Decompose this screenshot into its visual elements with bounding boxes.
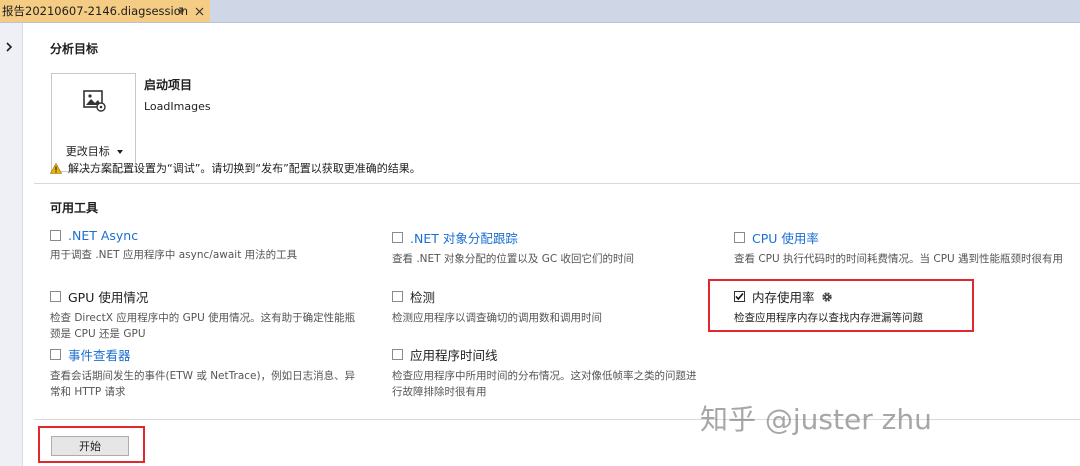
tool-name[interactable]: .NET Async bbox=[68, 228, 138, 243]
config-warning-text: 解决方案配置设置为“调试”。请切换到“发布”配置以获取更准确的结果。 bbox=[68, 162, 421, 175]
memory-usage-highlight bbox=[708, 279, 974, 332]
tool-description: 查看 CPU 执行代码时的时间耗费情况。当 CPU 遇到性能瓶颈时很有用 bbox=[734, 253, 1064, 265]
tool-dotnet-object-allocation: .NET 对象分配跟踪 查看 .NET 对象分配的位置以及 GC 收回它们的时间 bbox=[392, 228, 702, 267]
pin-icon[interactable] bbox=[173, 3, 189, 19]
tool-checkbox[interactable] bbox=[392, 291, 403, 302]
tool-description: 查看会话期间发生的事件(ETW 或 NetTrace)，例如日志消息、异常和 H… bbox=[50, 370, 356, 398]
document-tab[interactable]: 报告20210607-2146.diagsession bbox=[0, 0, 210, 22]
tool-name[interactable]: 应用程序时间线 bbox=[410, 345, 498, 364]
analysis-target-heading: 分析目标 bbox=[50, 42, 99, 56]
tool-event-viewer: 事件查看器 查看会话期间发生的事件(ETW 或 NetTrace)，例如日志消息… bbox=[50, 345, 360, 400]
config-warning: 解决方案配置设置为“调试”。请切换到“发布”配置以获取更准确的结果。 bbox=[50, 160, 421, 176]
tool-description: 查看 .NET 对象分配的位置以及 GC 收回它们的时间 bbox=[392, 253, 635, 265]
tool-checkbox[interactable] bbox=[734, 232, 745, 243]
change-target-label: 更改目标 bbox=[52, 143, 137, 159]
tool-checkbox[interactable] bbox=[392, 349, 403, 360]
chevron-down-icon bbox=[117, 150, 124, 154]
startup-project-title: 启动项目 bbox=[144, 78, 193, 92]
tool-gpu-usage: GPU 使用情况 检查 DirectX 应用程序中的 GPU 使用情况。这有助于… bbox=[50, 287, 360, 342]
section-divider bbox=[34, 183, 1080, 184]
tool-instrumentation: 检测 检测应用程序以调查确切的调用数和调用时间 bbox=[392, 287, 702, 326]
tool-dotnet-async: .NET Async 用于调查 .NET 应用程序中 async/await 用… bbox=[50, 228, 360, 263]
close-icon[interactable] bbox=[191, 3, 207, 19]
title-bar: 报告20210607-2146.diagsession bbox=[0, 0, 1080, 23]
tool-checkbox[interactable] bbox=[50, 349, 61, 360]
tool-checkbox[interactable] bbox=[392, 232, 403, 243]
tool-description: 检查 DirectX 应用程序中的 GPU 使用情况。这有助于确定性能瓶颈是 C… bbox=[50, 312, 356, 340]
start-button-highlight bbox=[38, 426, 145, 463]
tool-cpu-usage: CPU 使用率 查看 CPU 执行代码时的时间耗费情况。当 CPU 遇到性能瓶颈… bbox=[734, 228, 1069, 267]
tool-description: 用于调查 .NET 应用程序中 async/await 用法的工具 bbox=[50, 249, 298, 261]
tool-application-timeline: 应用程序时间线 检查应用程序中所用时间的分布情况。这对像低帧率之类的问题进行故障… bbox=[392, 345, 702, 400]
tool-checkbox[interactable] bbox=[50, 291, 61, 302]
diagnostics-panel: 分析目标 更改目标 启动项目 LoadImages 解决方案配置设置为“调试”。… bbox=[34, 23, 1080, 466]
tool-checkbox[interactable] bbox=[50, 230, 61, 241]
tool-name[interactable]: .NET 对象分配跟踪 bbox=[410, 228, 518, 247]
document-tab-title: 报告20210607-2146.diagsession bbox=[2, 4, 189, 18]
startup-project-name: LoadImages bbox=[144, 100, 211, 113]
tool-name[interactable]: 检测 bbox=[410, 287, 435, 306]
chevron-right-icon[interactable] bbox=[4, 38, 14, 57]
change-target-button[interactable]: 更改目标 bbox=[51, 73, 136, 172]
warning-icon bbox=[50, 162, 62, 174]
left-panel-strip bbox=[0, 23, 23, 466]
tool-name[interactable]: 事件查看器 bbox=[68, 345, 131, 364]
tool-name[interactable]: GPU 使用情况 bbox=[68, 287, 148, 306]
tool-description: 检测应用程序以调查确切的调用数和调用时间 bbox=[392, 312, 602, 324]
watermark: 知乎 @juster zhu bbox=[700, 403, 932, 436]
tool-name[interactable]: CPU 使用率 bbox=[752, 228, 819, 247]
target-app-icon bbox=[82, 88, 106, 116]
available-tools-heading: 可用工具 bbox=[50, 201, 99, 215]
tool-description: 检查应用程序中所用时间的分布情况。这对像低帧率之类的问题进行故障排除时很有用 bbox=[392, 370, 697, 398]
